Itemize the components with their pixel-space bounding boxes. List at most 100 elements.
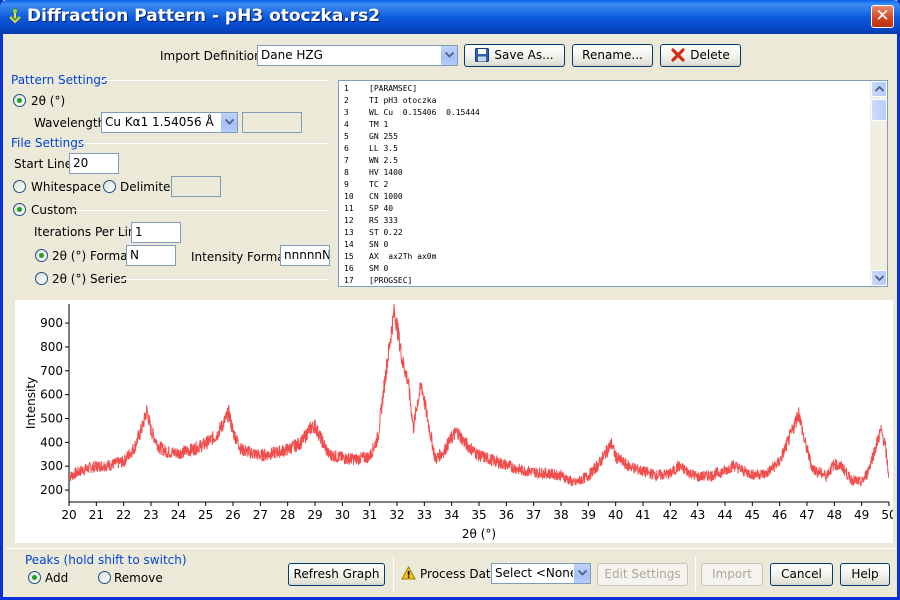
edit-settings-button[interactable]: Edit Settings <box>597 563 688 586</box>
x-tick-label: 43 <box>690 508 705 522</box>
footer-separator <box>695 556 696 591</box>
add-peak-radio[interactable] <box>28 571 41 584</box>
editor-line: 14 SN 0 <box>339 239 869 251</box>
refresh-graph-label: Refresh Graph <box>293 567 380 581</box>
x-axis-label: 2θ (°) <box>462 527 496 541</box>
chevron-down-icon[interactable] <box>440 46 457 65</box>
delete-label: Delete <box>690 48 730 62</box>
custom-label: Custom <box>31 203 77 217</box>
y-tick-label: 700 <box>40 364 63 378</box>
whitespace-radio[interactable] <box>13 180 26 193</box>
two-theta-label: 2θ (°) <box>31 94 66 108</box>
rename-button[interactable]: Rename... <box>572 44 653 67</box>
diffraction-app-icon <box>9 8 21 24</box>
x-tick-label: 30 <box>335 508 350 522</box>
diffraction-chart-panel[interactable]: 20 21 22 23 24 25 26 27 28 29 30 31 32 33 34 35 36 37 38 39… <box>15 300 897 543</box>
window-title: Diffraction Pattern - pH3 otoczka.rs2 <box>27 6 381 26</box>
y-axis-label: Intensity <box>24 377 38 429</box>
x-tick-label: 41 <box>635 508 650 522</box>
whitespace-label: Whitespace <box>31 180 102 194</box>
x-tick-label: 40 <box>608 508 623 522</box>
file-preview-editor[interactable]: 1 [PARAMSEC] 2 TI pH3 otoczka 3 WL Cu 0.15406… <box>338 80 888 287</box>
x-tick-label: 20 <box>61 508 76 522</box>
x-tick-label: 45 <box>745 508 760 522</box>
delete-button[interactable]: Delete <box>660 44 741 67</box>
import-definitions-value: Dane HZG <box>261 48 323 62</box>
refresh-graph-button[interactable]: Refresh Graph <box>288 563 385 586</box>
help-button[interactable]: Help <box>840 563 890 586</box>
x-tick-label: 35 <box>471 508 486 522</box>
format-label: 2θ (°) Format: <box>52 249 137 263</box>
scroll-thumb[interactable] <box>871 99 887 121</box>
line-number: 3 <box>344 108 349 117</box>
import-button[interactable]: Import <box>701 563 763 586</box>
import-definitions-select[interactable]: Dane HZG <box>257 45 458 66</box>
line-text: TI pH3 otoczka <box>369 96 437 105</box>
line-number: 7 <box>344 156 349 165</box>
wavelength-label: Wavelength: <box>34 116 110 130</box>
editor-line: 9 TC 2 <box>339 179 869 191</box>
section-divider <box>81 143 328 144</box>
two-theta-radio[interactable] <box>13 94 26 107</box>
footer-divider <box>6 548 896 549</box>
section-divider <box>100 80 328 81</box>
chevron-down-icon[interactable] <box>220 113 237 132</box>
close-button[interactable]: ✕ <box>871 5 894 28</box>
x-tick-label: 29 <box>307 508 322 522</box>
x-tick-label: 44 <box>717 508 732 522</box>
delimiter-radio[interactable] <box>103 180 116 193</box>
delimiter-input <box>171 176 221 197</box>
x-tick-label: 31 <box>362 508 377 522</box>
line-text: [PROGSEC] <box>369 276 413 285</box>
format-input[interactable]: N <box>126 245 176 266</box>
y-tick-label: 500 <box>40 412 63 426</box>
line-text: TM 1 <box>369 120 389 129</box>
warning-icon <box>401 566 416 580</box>
line-number: 4 <box>344 120 349 129</box>
add-peak-label: Add <box>45 571 69 585</box>
chevron-down-icon <box>875 275 884 281</box>
scroll-up-button[interactable] <box>871 81 887 97</box>
editor-line: 13 ST 0.22 <box>339 227 869 239</box>
line-number: 14 <box>344 240 354 249</box>
scroll-down-button[interactable] <box>871 270 887 286</box>
line-number: 13 <box>344 228 354 237</box>
title-bar[interactable]: Diffraction Pattern - pH3 otoczka.rs2 ✕ <box>0 0 900 34</box>
editor-scrollbar[interactable] <box>870 81 887 286</box>
delete-x-icon <box>671 47 685 62</box>
remove-peak-label: Remove <box>114 571 163 585</box>
editor-line: 3 WL Cu 0.15406 0.15444 <box>339 107 869 119</box>
y-tick-label: 200 <box>40 483 63 497</box>
editor-line: 4 TM 1 <box>339 119 869 131</box>
cancel-button[interactable]: Cancel <box>770 563 833 586</box>
x-tick-label: 47 <box>799 508 814 522</box>
intensity-format-input[interactable]: nnnnnN <box>280 245 330 266</box>
wavelength-value: Cu Kα1 1.54056 Å <box>105 115 214 129</box>
line-text: SM 0 <box>369 264 389 273</box>
x-tick-label: 36 <box>499 508 514 522</box>
save-as-button[interactable]: Save As... <box>464 44 565 67</box>
series-radio[interactable] <box>35 272 48 285</box>
x-tick-label: 37 <box>526 508 541 522</box>
format-radio[interactable] <box>35 249 48 262</box>
x-tick-label: 39 <box>581 508 596 522</box>
line-text: WL Cu 0.15406 0.15444 <box>369 108 480 117</box>
process-data-select[interactable]: Select <None> <box>491 563 591 584</box>
close-icon: ✕ <box>875 6 890 26</box>
line-text: LL 3.5 <box>369 144 398 153</box>
line-number: 10 <box>344 192 354 201</box>
x-tick-label: 33 <box>417 508 432 522</box>
iterations-input[interactable]: 1 <box>131 222 181 243</box>
remove-peak-radio[interactable] <box>98 571 111 584</box>
start-line-input[interactable]: 20 <box>69 153 119 174</box>
diffraction-chart[interactable]: 20 21 22 23 24 25 26 27 28 29 30 31 32 33 34 35 36 37 38 39… <box>15 300 897 543</box>
wavelength-select[interactable]: Cu Kα1 1.54056 Å <box>101 112 238 133</box>
line-number: 1 <box>344 84 349 93</box>
y-tick-label: 800 <box>40 340 63 354</box>
x-tick-label: 38 <box>553 508 568 522</box>
x-tick-label: 50 <box>881 508 893 522</box>
custom-radio[interactable] <box>13 203 26 216</box>
help-label: Help <box>851 567 879 581</box>
process-data-label: Process Data: <box>420 567 503 581</box>
chevron-down-icon[interactable] <box>573 564 590 583</box>
